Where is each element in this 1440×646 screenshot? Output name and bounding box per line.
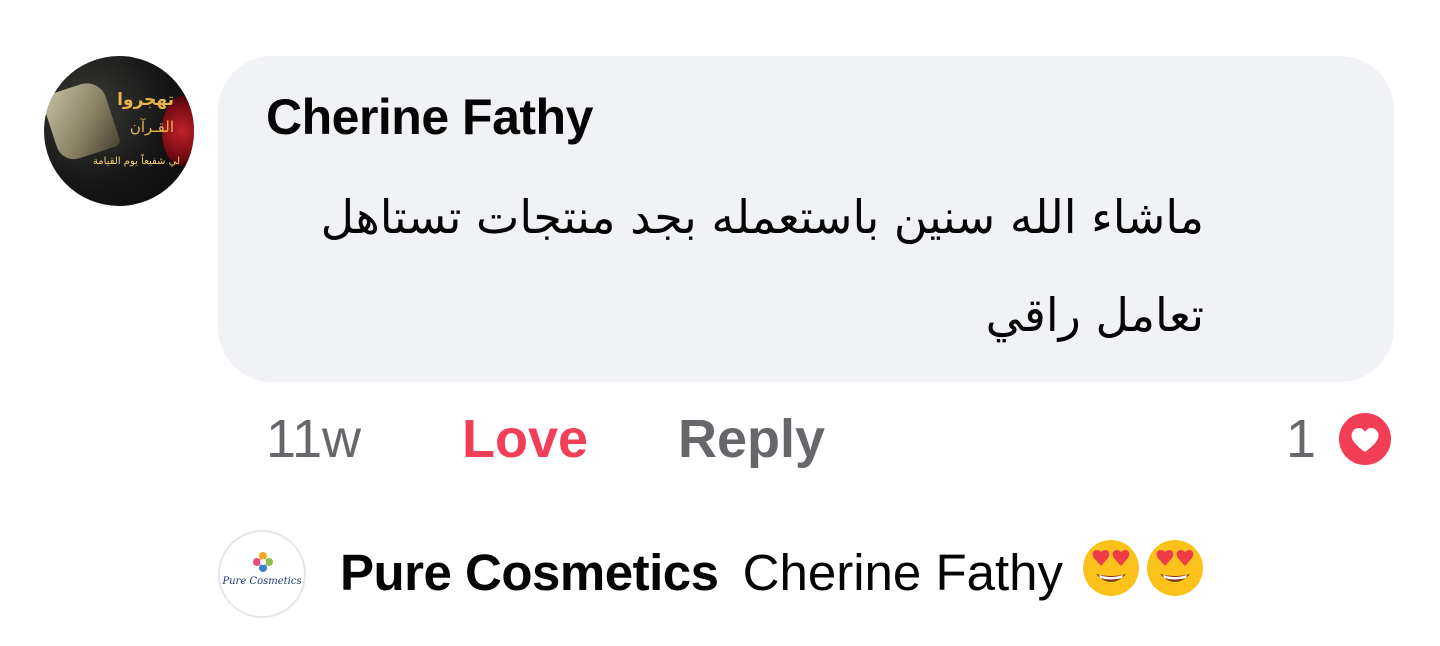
heart-icon[interactable]	[1336, 410, 1394, 468]
avatar[interactable]: تهجروا القـرآن لي شفيعاً يوم القيامة	[44, 56, 194, 206]
avatar-text-line: القـرآن	[129, 118, 174, 136]
comment-text: ماشاء الله سنين باستعمله بجد منتجات تستا…	[320, 190, 1204, 342]
reply-mention[interactable]: Cherine Fathy	[743, 544, 1063, 601]
comment-bubble: Cherine Fathy ماشاء الله سنين باستعمله ب…	[218, 56, 1394, 382]
comment-thread: تهجروا القـرآن لي شفيعاً يوم القيامة Che…	[0, 0, 1440, 646]
comment-author-name[interactable]: Cherine Fathy	[266, 88, 593, 146]
reply-avatar[interactable]: Pure Cosmetics	[218, 530, 306, 618]
reply-author-name[interactable]: Pure Cosmetics	[340, 544, 719, 601]
flower-logo-icon	[253, 552, 273, 572]
avatar-paper-graphic	[44, 78, 122, 164]
heart-eyes-emoji-icon	[1145, 538, 1205, 598]
reply-comment: Pure Cosmetics Cherine Fathy	[340, 538, 1205, 608]
reaction-count[interactable]: 1	[1286, 408, 1316, 470]
reply-avatar-logo-text: Pure Cosmetics	[222, 576, 302, 587]
heart-eyes-emoji-icon	[1081, 538, 1141, 598]
comment-timestamp[interactable]: 11w	[266, 408, 361, 470]
reply-button[interactable]: Reply	[678, 408, 825, 470]
love-button[interactable]: Love	[462, 408, 588, 470]
avatar-text-line: تهجروا	[117, 90, 174, 110]
avatar-text-line: لي شفيعاً يوم القيامة	[92, 156, 180, 167]
